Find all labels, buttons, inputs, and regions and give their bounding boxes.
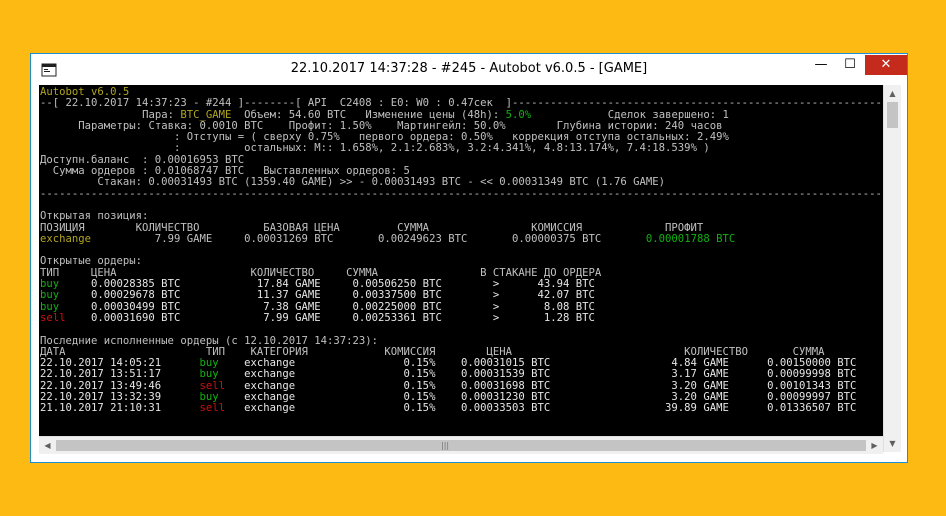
position-row: 7.99 GAME 0.00031269 BTC 0.00249623 BTC …: [91, 232, 646, 245]
history-date: 22.10.2017 13:49:46: [40, 379, 200, 392]
history-header: ДАТА ТИП КАТЕГОРИЯ КОМИССИЯ ЦЕНА КОЛИЧЕС…: [40, 345, 825, 358]
offsets-others-line: : остальных: M:: 1.658%, 2.1:2.683%, 3.2…: [116, 142, 710, 155]
orders-sum-line: Сумма ордеров : 0.01068747 BTC Выставлен…: [40, 165, 410, 178]
title-bar[interactable]: 22.10.2017 14:37:28 - #245 - Autobot v6.…: [31, 54, 907, 85]
separator: ----------------------------------------…: [40, 187, 883, 200]
open-orders-header: ТИП ЦЕНА КОЛИЧЕСТВО СУММА В СТАКАНЕ ДО О…: [40, 266, 602, 279]
history-date: 22.10.2017 13:51:17: [40, 368, 200, 381]
balance-line: Доступн.баланс : 0.00016953 BTC: [40, 153, 245, 166]
status-line: --[ 22.10.2017 14:37:23 - #244 ]--------…: [40, 97, 883, 110]
history-side: sell: [199, 379, 225, 392]
history-row: exchange 0.15% 0.00031539 BTC 3.17 GAME …: [224, 368, 857, 381]
history-date: 21.10.2017 21:10:31: [40, 402, 200, 415]
open-orders-title: Открытые ордеры:: [40, 255, 143, 268]
order-side: buy: [40, 300, 66, 313]
minimize-button[interactable]: —: [807, 55, 835, 75]
horizontal-scroll-thumb[interactable]: [56, 440, 866, 451]
scroll-left-arrow-icon[interactable]: ◀: [39, 437, 56, 454]
history-row: exchange 0.15% 0.00031015 BTC 4.84 GAME …: [224, 357, 857, 370]
order-row: 0.00029678 BTC 11.37 GAME 0.00337500 BTC…: [65, 289, 595, 302]
order-side: buy: [40, 289, 66, 302]
order-row: 0.00028385 BTC 17.84 GAME 0.00506250 BTC…: [65, 278, 595, 291]
history-side: buy: [199, 391, 225, 404]
scroll-up-arrow-icon[interactable]: ▲: [884, 85, 901, 102]
vertical-scrollbar[interactable]: ▲ ▼: [883, 85, 901, 452]
order-row: 0.00031690 BTC 7.99 GAME 0.00253361 BTC …: [65, 311, 595, 324]
close-button[interactable]: ✕: [865, 55, 907, 75]
history-side: buy: [199, 357, 225, 370]
position-title: Открытая позиция:: [40, 210, 149, 223]
history-title: Последние исполненные ордеры (с 12.10.20…: [40, 334, 379, 347]
position-type: exchange: [40, 232, 92, 245]
history-row: exchange 0.15% 0.00033503 BTC 39.89 GAME…: [224, 402, 857, 415]
position-header: ПОЗИЦИЯ КОЛИЧЕСТВО БАЗОВАЯ ЦЕНА СУММА КО…: [40, 221, 704, 234]
console-window: 22.10.2017 14:37:28 - #245 - Autobot v6.…: [30, 53, 908, 463]
orderbook-line: Стакан: 0.00031493 BTC (1359.40 GAME) >>…: [40, 176, 666, 189]
console-output[interactable]: Autobot v6.0.5 --[ 22.10.2017 14:37:23 -…: [39, 85, 883, 452]
history-date: 22.10.2017 14:05:21: [40, 357, 200, 370]
order-side: sell: [40, 311, 66, 324]
vertical-scroll-thumb[interactable]: [887, 102, 898, 128]
history-side: buy: [199, 368, 225, 381]
horizontal-scrollbar[interactable]: ◀ ||| ▶: [39, 436, 883, 454]
pair-label: Пара:: [142, 108, 174, 121]
volume-text: Объем: 54.60 BTC: [244, 108, 347, 121]
history-row: exchange 0.15% 0.00031230 BTC 3.20 GAME …: [224, 391, 857, 404]
app-version: Autobot v6.0.5: [40, 86, 130, 98]
offsets-line: : Отступы = ( сверху 0.75% первого ордер…: [116, 131, 729, 144]
window-title: 22.10.2017 14:37:28 - #245 - Autobot v6.…: [290, 61, 648, 76]
change-value: 5.0%: [505, 108, 532, 121]
history-side: sell: [199, 402, 225, 415]
change-label: Изменение цены (48h):: [365, 108, 500, 121]
deals-done: Сделок завершено: 1: [607, 108, 729, 121]
scroll-down-arrow-icon[interactable]: ▼: [884, 435, 901, 452]
params-line: Параметры: Ставка: 0.0010 BTC Профит: 1.…: [78, 119, 723, 132]
order-row: 0.00030499 BTC 7.38 GAME 0.00225000 BTC …: [65, 300, 595, 313]
position-profit: 0.00001788 BTC: [645, 232, 736, 245]
history-date: 22.10.2017 13:32:39: [40, 391, 200, 404]
scroll-right-arrow-icon[interactable]: ▶: [866, 437, 883, 454]
scroll-grip-icon: |||: [441, 441, 450, 450]
pair-value: BTC_GAME: [180, 108, 232, 121]
history-row: exchange 0.15% 0.00031698 BTC 3.20 GAME …: [224, 379, 857, 392]
maximize-button[interactable]: ☐: [836, 55, 864, 75]
order-side: buy: [40, 278, 66, 291]
